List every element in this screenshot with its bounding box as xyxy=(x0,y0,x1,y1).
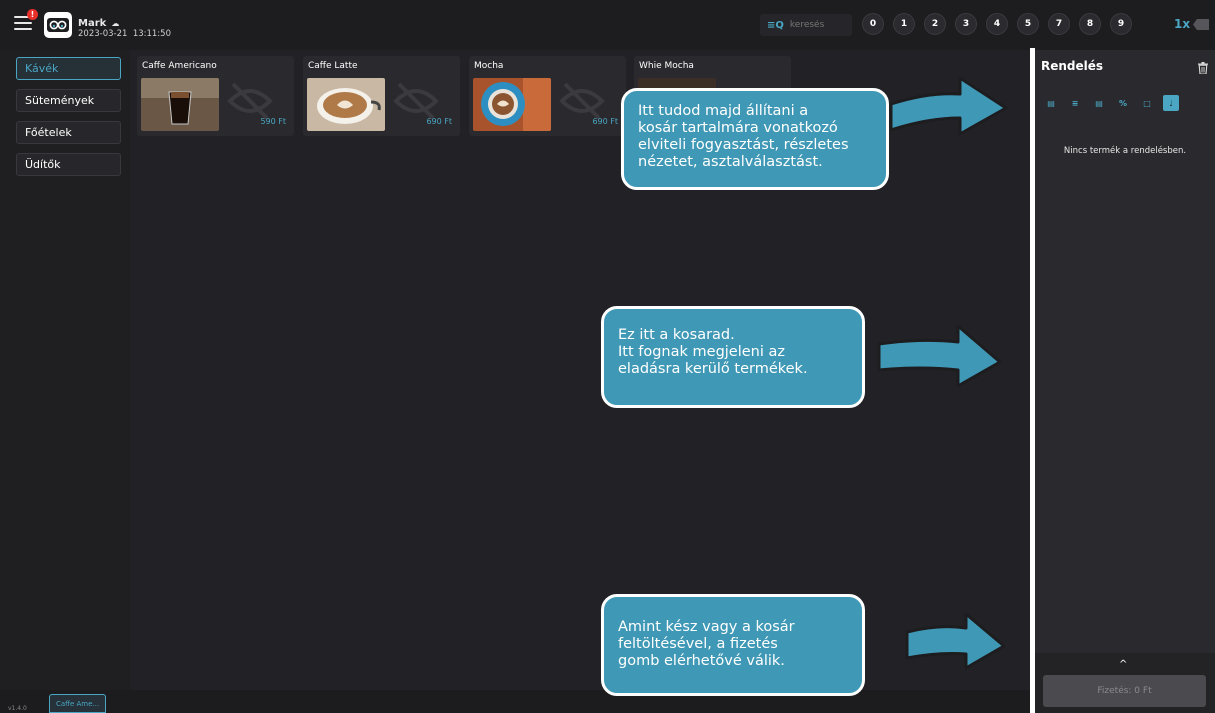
receipt-icon[interactable]: ▤ xyxy=(1091,95,1107,111)
open-order-tab[interactable]: Caffe Ame... xyxy=(49,694,106,713)
qty-key-4[interactable]: 4 xyxy=(986,13,1008,35)
product-name: Mocha xyxy=(474,61,504,71)
order-options: ▤ ≡ ▤ % □ ♩ xyxy=(1043,95,1187,111)
tooltip-cart: Ez itt a kosarad. Itt fognak megjeleni a… xyxy=(601,306,865,408)
product-name: Caffe Latte xyxy=(308,61,358,71)
user-name-row: Mark ☁ xyxy=(78,15,171,29)
dine-in-icon[interactable]: ♩ xyxy=(1163,95,1179,111)
product-card-caffe-latte[interactable]: Caffe Latte 690 Ft xyxy=(303,56,460,136)
product-card-mocha[interactable]: Mocha 690 Ft xyxy=(469,56,626,136)
category-foetelek[interactable]: Főételek xyxy=(16,121,121,144)
product-name: Caffe Americano xyxy=(142,61,217,71)
cloud-icon: ☁ xyxy=(111,19,120,28)
tooltip-order-options: Itt tudod majd állítani a kosár tartalmá… xyxy=(621,88,889,190)
pay-button[interactable]: Fizetés: 0 Ft xyxy=(1043,675,1206,707)
product-image-mocha xyxy=(473,78,551,131)
time-text: 13:11:50 xyxy=(132,29,171,39)
tooltip-pay-button: Amint kész vagy a kosár feltöltésével, a… xyxy=(601,594,865,696)
qty-key-5[interactable]: 5 xyxy=(1017,13,1039,35)
user-info: Mark ☁ 2023-03-21 13:11:50 xyxy=(78,15,171,40)
category-sutemenyek[interactable]: Sütemények xyxy=(16,89,121,112)
order-footer: ^ Fizetés: 0 Ft xyxy=(1035,653,1215,713)
quantity-keypad: 0 1 2 3 4 5 7 8 9 xyxy=(862,13,1141,35)
notification-badge: ! xyxy=(27,9,38,20)
qty-key-3[interactable]: 3 xyxy=(955,13,977,35)
chevron-up-icon[interactable]: ^ xyxy=(1119,659,1127,670)
table-select-icon[interactable]: ▤ xyxy=(1043,95,1059,111)
qty-key-9[interactable]: 9 xyxy=(1110,13,1132,35)
qty-key-1[interactable]: 1 xyxy=(893,13,915,35)
top-bar: ! Mark ☁ 2023-03-21 13:11:50 ≡Q 0 1 2 3 … xyxy=(0,0,1215,50)
arrow-right-icon xyxy=(889,76,1008,136)
discount-icon[interactable]: % xyxy=(1115,95,1131,111)
order-panel: Rendelés ▤ ≡ ▤ % □ ♩ Nincs termék a rend… xyxy=(1035,50,1215,713)
search-input[interactable] xyxy=(787,19,850,31)
arrow-right-icon xyxy=(905,612,1006,670)
qty-key-0[interactable]: 0 xyxy=(862,13,884,35)
multiplier-label: 1x xyxy=(1174,17,1191,31)
version-label: v1.4.0 xyxy=(8,705,27,712)
product-image-americano xyxy=(141,78,219,131)
qty-key-2[interactable]: 2 xyxy=(924,13,946,35)
search-list-icon: ≡Q xyxy=(767,19,784,31)
trash-icon[interactable] xyxy=(1198,62,1208,74)
backspace-icon[interactable] xyxy=(1193,19,1209,30)
qty-key-8[interactable]: 8 xyxy=(1079,13,1101,35)
owl-logo-icon xyxy=(47,18,69,32)
app-logo xyxy=(44,12,72,38)
arrow-right-icon xyxy=(877,324,1002,388)
empty-order-message: Nincs termék a rendelésben. xyxy=(1063,146,1187,156)
product-price: 590 Ft xyxy=(260,117,286,126)
product-price: 690 Ft xyxy=(426,117,452,126)
takeaway-bag-icon[interactable]: □ xyxy=(1139,95,1155,111)
product-price: 690 Ft xyxy=(592,117,618,126)
order-title: Rendelés xyxy=(1041,59,1104,73)
product-card-caffe-americano[interactable]: Caffe Americano 590 Ft xyxy=(137,56,294,136)
user-name: Mark xyxy=(78,18,107,29)
date-text: 2023-03-21 xyxy=(78,29,128,39)
product-name: Whie Mocha xyxy=(639,61,694,71)
category-uditok[interactable]: Üdítők xyxy=(16,153,121,176)
qty-key-7[interactable]: 7 xyxy=(1048,13,1070,35)
category-sidebar xyxy=(0,50,130,690)
bottom-bar xyxy=(0,690,1030,713)
search-box[interactable]: ≡Q xyxy=(760,14,852,36)
detail-view-icon[interactable]: ≡ xyxy=(1067,95,1083,111)
category-kavek[interactable]: Kávék xyxy=(16,57,121,80)
datetime: 2023-03-21 13:11:50 xyxy=(78,29,171,40)
product-image-latte xyxy=(307,78,385,131)
